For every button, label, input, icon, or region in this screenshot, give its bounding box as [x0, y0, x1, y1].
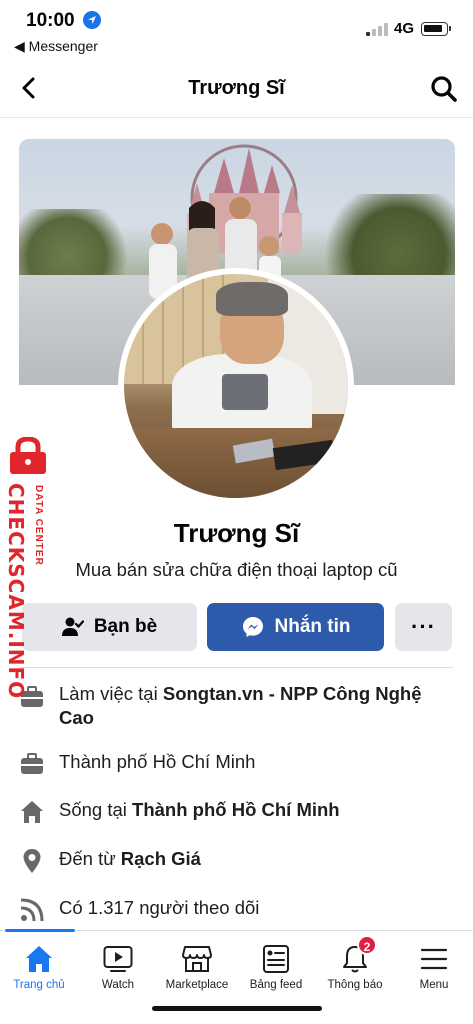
tab-feeds[interactable]: Bảng feed — [237, 943, 315, 1003]
info-text: Làm việc tại Songtan.vn - NPP Công Nghệ … — [59, 683, 422, 728]
home-icon — [18, 798, 46, 826]
profile-bio: Mua bán sửa chữa điện thoại laptop cũ — [75, 559, 398, 580]
menu-icon — [418, 943, 450, 975]
briefcase-icon — [18, 750, 46, 778]
location-arrow-icon — [83, 11, 101, 29]
watermark: CHECKSCAM.INFO DATA CENTER — [2, 437, 54, 700]
tab-menu[interactable]: Menu — [395, 943, 473, 1003]
avatar-shirt-print — [222, 374, 268, 410]
more-options-button[interactable]: ··· — [395, 603, 452, 651]
message-button[interactable]: Nhắn tin — [207, 603, 384, 651]
back-to-messenger-link[interactable]: ◀ Messenger — [14, 38, 98, 55]
location-pin-icon — [18, 847, 46, 875]
info-text: Có 1.317 người theo dõi — [59, 897, 260, 918]
friend-check-icon — [61, 617, 84, 636]
watermark-text: CHECKSCAM.INFO — [4, 483, 28, 700]
info-text: Sống tại Thành phố Hồ Chí Minh — [59, 799, 340, 820]
video-icon — [102, 943, 134, 975]
avatar[interactable] — [124, 274, 348, 498]
notification-badge: 2 — [357, 935, 377, 955]
lock-icon — [10, 437, 46, 474]
status-bar: 10:00 ◀ Messenger 4G — [0, 0, 473, 58]
rss-icon — [18, 896, 46, 924]
tab-watch[interactable]: Watch — [79, 943, 157, 1003]
signal-icon — [366, 22, 388, 36]
active-tab-indicator — [5, 929, 75, 932]
info-text: Đến từ Rạch Giá — [59, 848, 201, 869]
info-text: Thành phố Hồ Chí Minh — [59, 751, 256, 772]
status-time: 10:00 — [26, 10, 75, 31]
profile-header: Trương Sĩ — [0, 60, 473, 118]
tab-label: Trang chủ — [13, 979, 65, 991]
home-indicator — [152, 1006, 322, 1011]
feed-icon — [260, 943, 292, 975]
bell-icon: 2 — [339, 935, 377, 975]
tab-notifications[interactable]: 2 Thông báo — [316, 935, 394, 1003]
home-icon — [23, 943, 55, 975]
tab-label: Marketplace — [165, 979, 229, 991]
page-title: Trương Sĩ — [188, 77, 285, 99]
search-icon[interactable] — [429, 74, 459, 104]
tab-label: Thông báo — [327, 979, 383, 991]
tab-marketplace[interactable]: Marketplace — [158, 943, 236, 1003]
profile-name: Trương Sĩ — [173, 518, 300, 548]
watermark-subtext: DATA CENTER — [33, 485, 44, 566]
more-dots-icon: ··· — [411, 614, 436, 639]
tab-label: Menu — [419, 979, 449, 991]
message-button-label: Nhắn tin — [274, 616, 351, 637]
battery-icon — [421, 22, 451, 36]
marketplace-icon — [181, 943, 213, 975]
messenger-icon — [242, 617, 263, 637]
network-type: 4G — [394, 20, 415, 37]
divider — [20, 667, 453, 668]
friends-button-label: Bạn bè — [93, 616, 158, 637]
tab-home[interactable]: Trang chủ — [0, 943, 78, 1003]
avatar-hair — [216, 282, 288, 316]
tab-label: Bảng feed — [249, 979, 303, 991]
tab-label: Watch — [101, 979, 135, 991]
